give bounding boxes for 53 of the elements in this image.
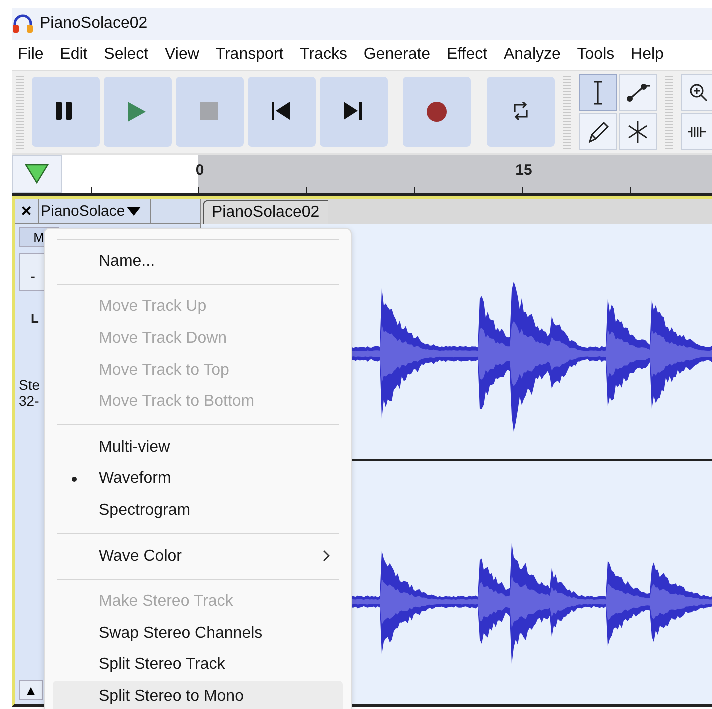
select-tool-button[interactable] <box>579 74 617 111</box>
menu-item[interactable]: Edit <box>54 46 94 64</box>
ruler-label: 15 <box>516 162 532 179</box>
triangle-icon <box>25 164 49 184</box>
record-button[interactable] <box>403 77 471 147</box>
skip-start-button[interactable] <box>248 77 316 147</box>
headphones-icon <box>12 14 34 34</box>
menu-item[interactable]: Select <box>98 46 155 64</box>
i-beam-icon <box>594 80 602 104</box>
skip-end-button[interactable] <box>320 77 388 147</box>
track-name-menu-button[interactable]: PianoSolace <box>39 199 151 223</box>
pencil-icon <box>586 120 610 144</box>
envelope-tool-button[interactable] <box>619 74 657 111</box>
ruler-label: 0 <box>196 162 204 179</box>
pause-button[interactable] <box>32 77 100 147</box>
play-head-button[interactable] <box>12 155 62 193</box>
record-icon <box>427 102 447 122</box>
menu-item[interactable]: Wave Color <box>53 540 343 572</box>
track-info-text: Ste <box>19 377 40 393</box>
asterisk-icon <box>626 120 650 144</box>
menu-item[interactable]: Waveform <box>53 464 343 496</box>
track-info-text: 32- <box>19 393 40 409</box>
skip-start-icon <box>272 102 292 122</box>
menu-item[interactable]: Analyze <box>498 46 567 64</box>
zoom-in-button[interactable] <box>681 74 712 111</box>
multi-tool-button[interactable] <box>619 113 657 150</box>
menu-item[interactable]: Name... <box>53 246 343 278</box>
draw-tool-button[interactable] <box>579 113 617 150</box>
menu-item[interactable]: Spectrogram <box>53 495 343 527</box>
play-icon <box>128 102 148 122</box>
menu-item[interactable]: Tracks <box>294 46 354 64</box>
menu-item[interactable]: Transport <box>210 46 290 64</box>
menu-item[interactable]: Effect <box>440 46 494 64</box>
menu-item[interactable]: Help <box>625 46 670 64</box>
menu-item[interactable]: Swap Stereo Channels <box>53 618 343 650</box>
caret-icon <box>127 206 142 216</box>
menu-item[interactable]: Generate <box>358 46 437 64</box>
loop-icon <box>511 102 531 122</box>
clip-title[interactable]: PianoSolace02 <box>203 200 328 224</box>
menu-item[interactable]: Multi-view <box>53 432 343 464</box>
menu-item[interactable]: Split Stereo Track <box>53 650 343 682</box>
menu-item[interactable]: Split Stereo to Mono <box>53 681 343 709</box>
window-title: PianoSolace02 <box>40 15 148 33</box>
waveform-tool-button[interactable] <box>681 113 712 150</box>
pan-label: L <box>31 311 39 326</box>
menu-item[interactable]: File <box>12 46 50 64</box>
menu-item[interactable]: View <box>159 46 206 64</box>
collapse-button[interactable]: ▲ <box>19 680 43 700</box>
gain-label: - <box>31 269 36 284</box>
zoom-in-icon <box>689 82 709 102</box>
stop-icon <box>200 102 220 122</box>
skip-end-icon <box>344 102 364 122</box>
menu-item[interactable]: Tools <box>571 46 621 64</box>
